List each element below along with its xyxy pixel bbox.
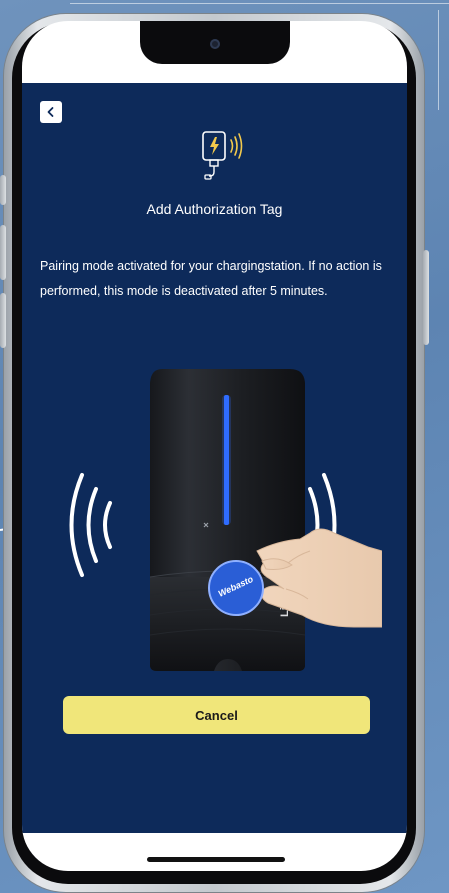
- pairing-screen: Add Authorization Tag Pairing mode activ…: [22, 83, 407, 833]
- pairing-info-text: Pairing mode activated for your charging…: [40, 259, 382, 298]
- background-line: [70, 3, 449, 4]
- back-button[interactable]: [40, 101, 62, 123]
- phone-screen: Add Authorization Tag Pairing mode activ…: [22, 21, 407, 871]
- phone-side-button: [423, 250, 429, 345]
- camera-icon: [210, 39, 220, 49]
- authorization-tag-image: Webasto: [208, 560, 264, 616]
- phone-notch: [140, 21, 290, 64]
- chevron-left-icon: [47, 107, 54, 117]
- signal-waves-left-icon: [69, 473, 112, 577]
- page-title: Add Authorization Tag: [146, 201, 283, 217]
- charger-illustration: Live Webasto: [69, 369, 382, 671]
- phone-side-button: [0, 175, 6, 205]
- background-line: [438, 10, 439, 110]
- cancel-button[interactable]: Cancel: [63, 696, 370, 734]
- charging-station-image: Live: [149, 369, 306, 671]
- phone-side-button: [0, 293, 6, 348]
- phone-side-button: [0, 225, 6, 280]
- rfid-card-charging-icon: [202, 131, 243, 180]
- home-indicator: [147, 857, 285, 862]
